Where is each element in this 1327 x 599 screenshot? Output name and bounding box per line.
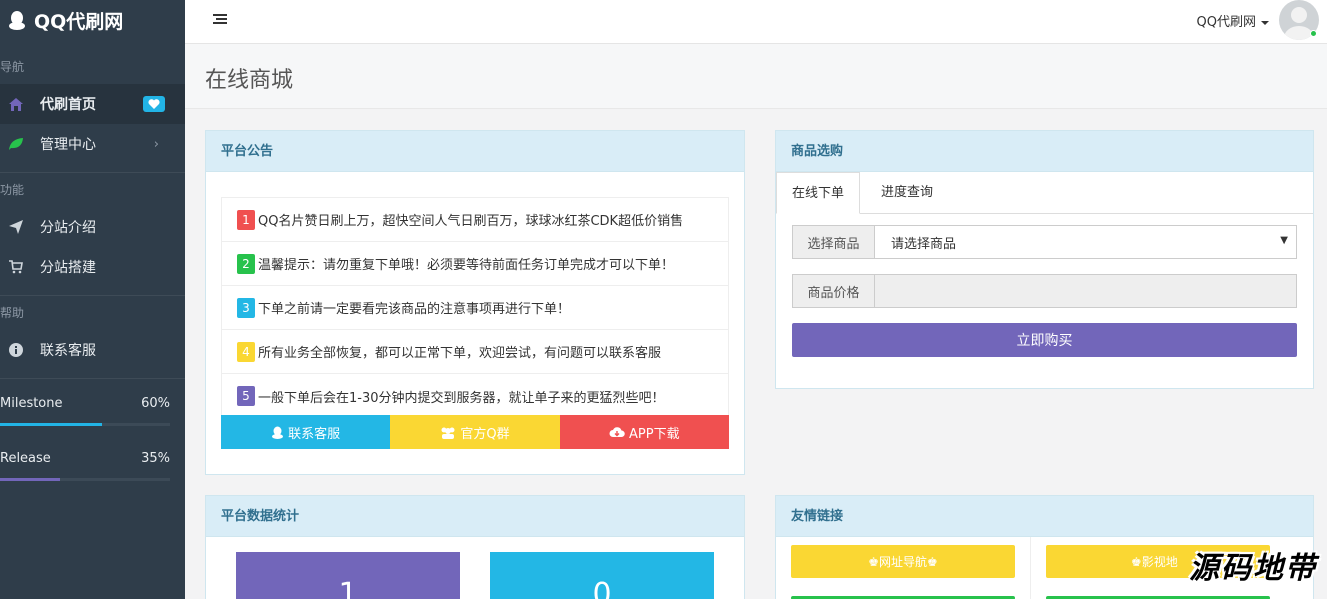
menu-toggle-icon[interactable] (213, 13, 229, 27)
buy-now-button[interactable]: 立即购买 (792, 323, 1297, 357)
product-select-group: 选择商品 请选择商品 ▼ (792, 225, 1297, 259)
tab-order-online[interactable]: 在线下单 (776, 172, 861, 214)
button-label: 官方Q群 (460, 426, 510, 442)
progress-label: Release (0, 451, 51, 466)
leaf-icon (8, 136, 24, 152)
shop-tabs: 在线下单 进度查询 (776, 172, 1313, 214)
sidebar-item-contact[interactable]: 联系客服 (0, 330, 185, 370)
button-label: APP下载 (629, 426, 680, 442)
qq-penguin-icon (9, 11, 25, 30)
announce-text: 下单之前请一定要看完该商品的注意事项再进行下单！ (258, 302, 571, 317)
stat-value: 1 (338, 577, 358, 599)
link-label: ♚影视地 (1131, 555, 1178, 569)
price-label: 商品价格 (793, 275, 875, 307)
stat-value: 0 (592, 577, 612, 599)
qq-icon (272, 426, 284, 439)
progress-fill (0, 478, 60, 481)
chevron-right-icon: › (153, 137, 159, 152)
panel-heading: 平台数据统计 (206, 496, 744, 537)
sidebar-item-substation-build[interactable]: 分站搭建 (0, 247, 185, 287)
info-icon (8, 342, 24, 358)
heart-icon (143, 96, 165, 112)
list-item: 3 下单之前请一定要看完该商品的注意事项再进行下单！ (222, 286, 728, 330)
sidebar-item-admin[interactable]: 管理中心 › (0, 124, 185, 164)
online-status-dot (1310, 30, 1317, 37)
link-site-nav[interactable]: ♚网址导航♚ (791, 545, 1015, 578)
divider (0, 172, 185, 173)
number-badge: 1 (237, 209, 255, 230)
list-item: 4 所有业务全部恢复，都可以正常下单，欢迎尝试，有问题可以联系客服 (222, 330, 728, 374)
shop-panel: 商品选购 在线下单 进度查询 选择商品 请选择商品 ▼ 商品价格 立即购买 (775, 130, 1314, 389)
announce-buttons: 联系客服 官方Q群 APP下载 (221, 415, 729, 449)
user-name: QQ代刷网 (1196, 15, 1256, 30)
announce-text: QQ名片赞日刷上万，超快空间人气日刷百万，球球冰红茶CDK超低价销售 (258, 214, 684, 229)
tab-progress-query[interactable]: 进度查询 (866, 172, 948, 214)
topbar: QQ代刷网 (185, 0, 1327, 44)
price-group: 商品价格 (792, 274, 1297, 308)
announce-text: 所有业务全部恢复，都可以正常下单，欢迎尝试，有问题可以联系客服 (258, 346, 662, 361)
announce-text: 温馨提示：请勿重复下单哦！必须要等待前面任务订单完成才可以下单！ (258, 258, 675, 273)
panel-heading: 友情链接 (776, 496, 1313, 537)
contact-service-button[interactable]: 联系客服 (221, 415, 391, 449)
select-value: 请选择商品 (891, 236, 957, 252)
cart-icon (8, 259, 24, 275)
app-download-button[interactable]: APP下载 (559, 415, 729, 449)
divider (0, 378, 185, 379)
group-icon (441, 427, 455, 439)
sidebar-item-label: 联系客服 (40, 343, 96, 359)
page-header: 在线商城 (185, 44, 1327, 109)
divider (1030, 537, 1031, 599)
home-icon (8, 96, 24, 112)
dropdown-arrow-icon: ▼ (1280, 235, 1288, 246)
brand-title: QQ代刷网 (34, 10, 124, 33)
panel-heading: 商品选购 (776, 131, 1313, 172)
sidebar-item-label: 分站介绍 (40, 220, 96, 236)
progress-track (0, 478, 170, 481)
user-menu[interactable]: QQ代刷网 (1197, 11, 1269, 30)
number-badge: 3 (237, 297, 255, 318)
progress-track (0, 423, 170, 426)
select-label: 选择商品 (793, 226, 875, 258)
sidebar-item-label: 管理中心 (40, 137, 96, 153)
section-nav: 导航 (0, 60, 25, 74)
announce-panel: 平台公告 1 QQ名片赞日刷上万，超快空间人气日刷百万，球球冰红茶CDK超低价销售… (205, 130, 745, 475)
divider (0, 295, 185, 296)
sidebar-item-substation-intro[interactable]: 分站介绍 (0, 207, 185, 247)
number-badge: 2 (237, 253, 255, 274)
price-field (875, 275, 1296, 307)
sidebar-item-label: 代刷首页 (40, 97, 96, 113)
number-badge: 4 (237, 341, 255, 362)
official-group-button[interactable]: 官方Q群 (390, 415, 560, 449)
panel-heading: 平台公告 (206, 131, 744, 172)
link-label: ♚网址导航♚ (868, 555, 938, 569)
sidebar-item-label: 分站搭建 (40, 260, 96, 276)
announce-text: 一般下单后会在1-30分钟内提交到服务器，就让单子来的更猛烈些吧！ (258, 390, 665, 406)
cloud-download-icon (609, 427, 625, 437)
stat-box: 1 (236, 552, 460, 599)
list-item: 2 温馨提示：请勿重复下单哦！必须要等待前面任务订单完成才可以下单！ (222, 242, 728, 286)
progress-label: Milestone (0, 396, 63, 411)
section-func: 功能 (0, 183, 25, 197)
product-select[interactable]: 请选择商品 ▼ (875, 226, 1296, 258)
list-item: 1 QQ名片赞日刷上万，超快空间人气日刷百万，球球冰红茶CDK超低价销售 (222, 198, 728, 242)
progress-release: Release 35% (0, 450, 185, 481)
list-item: 5 一般下单后会在1-30分钟内提交到服务器，就让单子来的更猛烈些吧！ (222, 374, 728, 418)
announce-list: 1 QQ名片赞日刷上万，超快空间人气日刷百万，球球冰红茶CDK超低价销售 2 温馨提… (221, 197, 729, 419)
stat-box: 0 (490, 552, 714, 599)
section-help: 帮助 (0, 306, 25, 320)
number-badge: 5 (237, 386, 255, 406)
button-label: 联系客服 (288, 426, 341, 442)
progress-value: 60% (141, 396, 170, 411)
stats-panel: 平台数据统计 1 0 (205, 495, 745, 599)
sidebar-item-home[interactable]: 代刷首页 (0, 84, 185, 124)
page-title: 在线商城 (205, 68, 294, 93)
progress-milestone: Milestone 60% (0, 395, 185, 426)
sidebar: QQ代刷网 导航 代刷首页 管理中心 › 功能 分站介绍 分站搭建 帮助 联系客… (0, 0, 185, 599)
progress-value: 35% (141, 451, 170, 466)
brand[interactable]: QQ代刷网 (0, 0, 185, 40)
progress-fill (0, 423, 102, 426)
paper-plane-icon (8, 219, 24, 235)
caret-down-icon (1261, 20, 1269, 25)
watermark: 源码地带 (1189, 551, 1317, 586)
